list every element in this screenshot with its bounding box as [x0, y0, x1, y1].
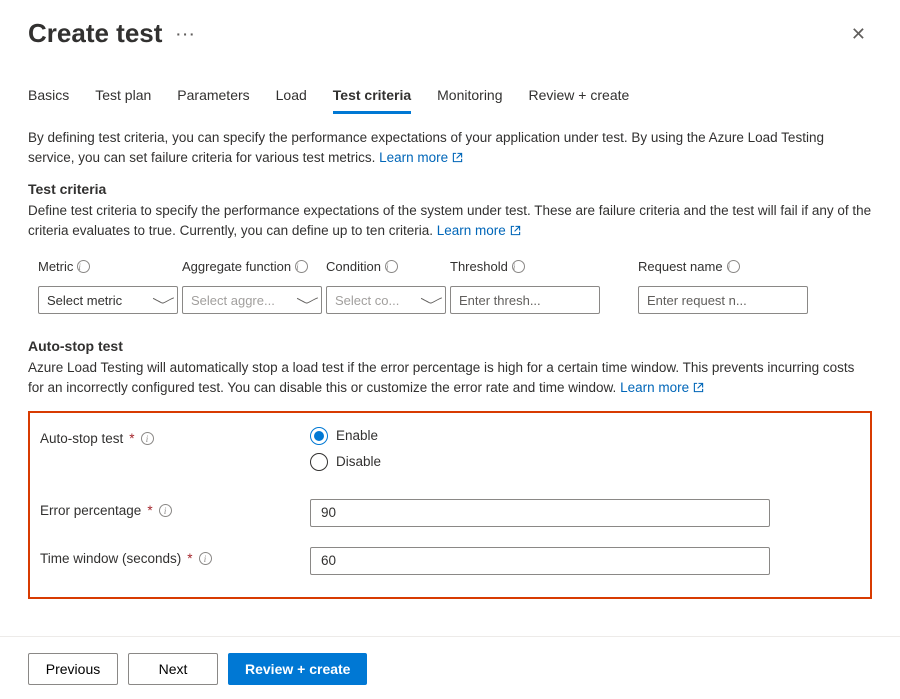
autostop-desc-body: Azure Load Testing will automatically st…: [28, 360, 854, 395]
header: Create test ··· ✕: [0, 0, 900, 57]
required-icon: *: [187, 551, 192, 566]
info-icon[interactable]: [159, 504, 172, 517]
required-icon: *: [129, 431, 134, 446]
error-pct-label: Error percentage*: [40, 499, 310, 518]
condition-select[interactable]: Select co...〱: [326, 286, 446, 314]
criteria-section-title: Test criteria: [28, 181, 872, 197]
autostop-section: Auto-stop test Azure Load Testing will a…: [28, 338, 872, 599]
criteria-section-desc: Define test criteria to specify the perf…: [28, 201, 872, 242]
tab-test-plan[interactable]: Test plan: [95, 87, 151, 114]
tab-test-criteria[interactable]: Test criteria: [333, 87, 411, 114]
radio-disable[interactable]: Disable: [310, 453, 770, 471]
autostop-title: Auto-stop test: [28, 338, 872, 354]
info-icon[interactable]: [77, 260, 90, 273]
criteria-table: Metric Aggregate function Condition Thre…: [28, 253, 872, 320]
autostop-label: Auto-stop test*: [40, 427, 310, 446]
metric-select[interactable]: Select metric〱: [38, 286, 178, 314]
field-row-autostop: Auto-stop test* Enable Disable: [40, 427, 856, 479]
field-row-time-window: Time window (seconds)*: [40, 547, 856, 575]
chevron-down-icon: 〱: [424, 295, 440, 306]
review-create-button[interactable]: Review + create: [228, 653, 367, 685]
next-button[interactable]: Next: [128, 653, 218, 685]
required-icon: *: [147, 503, 152, 518]
col-request: Request name: [638, 259, 808, 274]
radio-icon: [310, 427, 328, 445]
info-icon[interactable]: [199, 552, 212, 565]
previous-button[interactable]: Previous: [28, 653, 118, 685]
time-window-input[interactable]: [310, 547, 770, 575]
criteria-row: Select metric〱 Select aggre...〱 Select c…: [28, 280, 872, 320]
tab-review-create[interactable]: Review + create: [529, 87, 630, 114]
info-icon[interactable]: [727, 260, 740, 273]
autostop-highlight: Auto-stop test* Enable Disable Err: [28, 411, 872, 599]
chevron-down-icon: 〱: [300, 295, 316, 306]
tab-monitoring[interactable]: Monitoring: [437, 87, 502, 114]
col-threshold: Threshold: [450, 259, 600, 274]
page-title: Create test: [28, 18, 162, 49]
request-name-input[interactable]: Enter request n...: [638, 286, 808, 314]
info-icon[interactable]: [141, 432, 154, 445]
footer: Previous Next Review + create: [0, 636, 900, 685]
radio-enable[interactable]: Enable: [310, 427, 770, 445]
col-aggregate: Aggregate function: [182, 259, 322, 274]
info-icon[interactable]: [295, 260, 308, 273]
intro-learn-more-link[interactable]: Learn more: [379, 150, 463, 165]
tab-parameters[interactable]: Parameters: [177, 87, 249, 114]
radio-enable-label: Enable: [336, 428, 378, 443]
criteria-learn-more-link[interactable]: Learn more: [437, 223, 521, 238]
time-window-label: Time window (seconds)*: [40, 547, 310, 566]
autostop-control: Enable Disable: [310, 427, 770, 479]
autostop-desc: Azure Load Testing will automatically st…: [28, 358, 872, 399]
chevron-down-icon: 〱: [156, 295, 172, 306]
field-row-error-pct: Error percentage*: [40, 499, 856, 527]
threshold-input[interactable]: Enter thresh...: [450, 286, 600, 314]
aggregate-select[interactable]: Select aggre...〱: [182, 286, 322, 314]
tab-load[interactable]: Load: [276, 87, 307, 114]
close-icon[interactable]: ✕: [845, 19, 872, 49]
error-percentage-input[interactable]: [310, 499, 770, 527]
content: By defining test criteria, you can speci…: [0, 114, 900, 599]
autostop-learn-more-link[interactable]: Learn more: [620, 380, 704, 395]
col-metric: Metric: [38, 259, 178, 274]
radio-disable-label: Disable: [336, 454, 381, 469]
info-icon[interactable]: [385, 260, 398, 273]
info-icon[interactable]: [512, 260, 525, 273]
col-condition: Condition: [326, 259, 446, 274]
intro-text: By defining test criteria, you can speci…: [28, 128, 872, 169]
page-title-wrap: Create test ···: [28, 18, 196, 49]
more-actions-icon[interactable]: ···: [176, 26, 196, 42]
tab-basics[interactable]: Basics: [28, 87, 69, 114]
criteria-header-row: Metric Aggregate function Condition Thre…: [28, 253, 872, 280]
tabs: Basics Test plan Parameters Load Test cr…: [0, 57, 900, 114]
radio-icon: [310, 453, 328, 471]
